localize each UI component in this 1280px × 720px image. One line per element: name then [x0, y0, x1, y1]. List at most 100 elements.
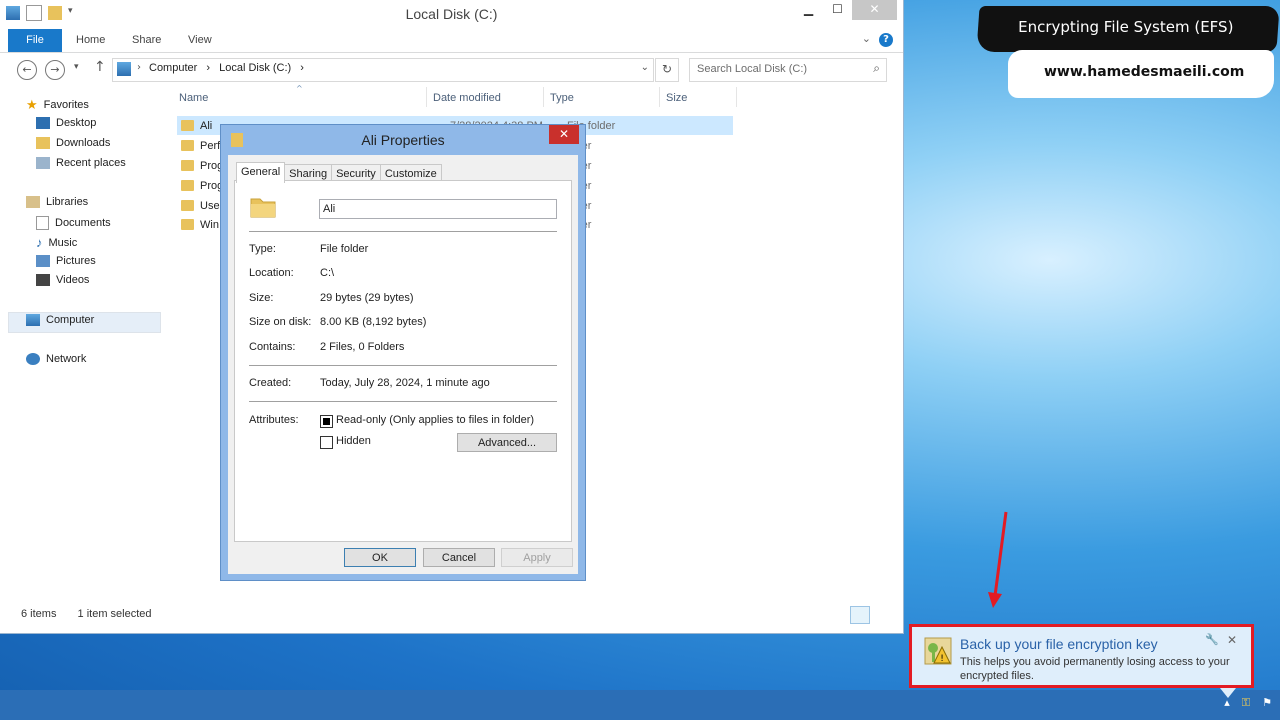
- address-bar[interactable]: › Computer › Local Disk (C:) › ⌄: [112, 58, 654, 82]
- folder-name-field[interactable]: Ali: [319, 199, 557, 219]
- cancel-button[interactable]: Cancel: [423, 548, 495, 567]
- nav-documents[interactable]: Documents: [36, 216, 111, 230]
- label-contains: Contains:: [249, 341, 296, 353]
- readonly-label[interactable]: Read-only (Only applies to files in fold…: [336, 414, 534, 426]
- folder-large-icon: [250, 198, 276, 218]
- column-divider[interactable]: [736, 87, 737, 107]
- column-date-modified[interactable]: Date modified: [433, 92, 501, 104]
- tab-general[interactable]: General: [236, 162, 286, 183]
- network-status-icon[interactable]: ⚑: [1262, 696, 1272, 710]
- forward-button[interactable]: →: [45, 60, 65, 80]
- tab-share[interactable]: Share: [132, 34, 161, 46]
- nav-libraries[interactable]: Libraries: [26, 196, 88, 208]
- details-view-icon[interactable]: [850, 606, 870, 624]
- help-icon[interactable]: ?: [879, 33, 893, 47]
- banner-url: www.hamedesmaeili.com: [1044, 64, 1245, 80]
- nav-downloads-label: Downloads: [56, 137, 111, 149]
- folder-icon: [181, 219, 194, 230]
- chevron-right-icon[interactable]: ›: [300, 62, 304, 74]
- efs-backup-notification[interactable]: ! Back up your file encryption key This …: [909, 624, 1254, 688]
- nav-network[interactable]: Network: [26, 353, 86, 365]
- ok-button[interactable]: OK: [344, 548, 416, 567]
- apply-button[interactable]: Apply: [501, 548, 573, 567]
- efs-key-icon[interactable]: ⚿: [1242, 696, 1250, 710]
- network-icon: [26, 353, 40, 365]
- close-icon[interactable]: ✕: [1227, 633, 1237, 647]
- status-bar: 6 items 1 item selected: [21, 608, 152, 620]
- tab-home[interactable]: Home: [76, 34, 105, 46]
- chevron-right-icon[interactable]: ›: [206, 62, 210, 74]
- divider: [249, 231, 557, 232]
- value-size: 29 bytes (29 bytes): [320, 292, 414, 304]
- refresh-button[interactable]: ↻: [655, 58, 679, 82]
- documents-icon: [36, 216, 49, 230]
- readonly-checkbox[interactable]: [320, 415, 333, 428]
- banner-title-strip: Encrypting File System (EFS): [976, 6, 1280, 52]
- column-divider[interactable]: [543, 87, 544, 107]
- tab-view[interactable]: View: [188, 34, 212, 46]
- banner-title: Encrypting File System (EFS): [1018, 18, 1234, 36]
- advanced-button[interactable]: Advanced...: [457, 433, 557, 452]
- value-contains: 2 Files, 0 Folders: [320, 341, 405, 353]
- column-type[interactable]: Type: [550, 92, 574, 104]
- folder-icon: [181, 200, 194, 211]
- nav-desktop[interactable]: Desktop: [36, 117, 96, 129]
- recent-locations-icon[interactable]: ▾: [74, 62, 79, 72]
- column-size[interactable]: Size: [666, 92, 687, 104]
- dialog-close-button[interactable]: ✕: [549, 125, 579, 144]
- dialog-title: Ali Properties: [361, 132, 445, 148]
- notification-title[interactable]: Back up your file encryption key: [960, 636, 1158, 652]
- nav-computer[interactable]: Computer: [26, 314, 94, 326]
- nav-favorites-label: Favorites: [43, 99, 89, 111]
- search-icon[interactable]: ⌕: [873, 61, 880, 76]
- column-name[interactable]: Name: [179, 92, 208, 104]
- value-type: File folder: [320, 243, 369, 255]
- hidden-checkbox[interactable]: [320, 436, 333, 449]
- nav-libraries-label: Libraries: [46, 196, 89, 208]
- expand-ribbon-icon[interactable]: ⌄: [862, 32, 871, 45]
- nav-pictures-label: Pictures: [56, 255, 96, 267]
- properties-dialog: Ali Properties ✕ General Sharing Securit…: [220, 124, 586, 581]
- label-size: Size:: [249, 292, 274, 304]
- nav-documents-label: Documents: [55, 217, 111, 229]
- large-icons-view-icon[interactable]: [872, 606, 892, 624]
- dialog-body: General Sharing Security Customize Ali T…: [228, 155, 578, 574]
- nav-downloads[interactable]: Downloads: [36, 137, 110, 149]
- view-switcher: [850, 606, 892, 624]
- search-input[interactable]: Search Local Disk (C:) ⌕: [689, 58, 887, 82]
- nav-music[interactable]: ♪ Music: [36, 235, 77, 250]
- nav-favorites[interactable]: ★ Favorites: [26, 97, 89, 113]
- status-selection: 1 item selected: [77, 608, 152, 620]
- label-type: Type:: [249, 243, 276, 255]
- close-button[interactable]: ✕: [852, 0, 897, 20]
- breadcrumb-local-disk[interactable]: Local Disk (C:): [219, 62, 291, 74]
- explorer-titlebar: ▾ Local Disk (C:) ▁ ☐ ✕: [0, 0, 903, 29]
- nav-pictures[interactable]: Pictures: [36, 255, 96, 267]
- nav-videos[interactable]: Videos: [36, 274, 89, 286]
- libraries-icon: [26, 196, 40, 208]
- nav-recent-label: Recent places: [56, 157, 126, 169]
- star-icon: ★: [26, 97, 38, 112]
- notification-message: This helps you avoid permanently losing …: [960, 656, 1230, 682]
- nav-recent-places[interactable]: Recent places: [36, 157, 126, 169]
- label-created: Created:: [249, 377, 292, 389]
- back-button[interactable]: ←: [17, 60, 37, 80]
- maximize-button[interactable]: ☐: [823, 0, 852, 20]
- column-divider[interactable]: [426, 87, 427, 107]
- chevron-down-icon[interactable]: ⌄: [641, 62, 649, 73]
- show-hidden-icons-icon[interactable]: ▴: [1224, 696, 1230, 710]
- key-warning-icon: !: [924, 637, 952, 665]
- column-divider[interactable]: [659, 87, 660, 107]
- computer-icon: [26, 314, 40, 326]
- tab-file[interactable]: File: [8, 29, 62, 52]
- label-attributes: Attributes:: [249, 414, 299, 426]
- wrench-icon[interactable]: 🔧: [1205, 633, 1219, 646]
- up-icon[interactable]: ↑: [94, 59, 106, 75]
- minimize-button[interactable]: ▁: [794, 0, 823, 20]
- nav-desktop-label: Desktop: [56, 117, 97, 129]
- breadcrumb-computer[interactable]: Computer: [149, 62, 197, 74]
- system-tray: ▴ ⚿ ⚑: [1224, 696, 1272, 710]
- window-title: Local Disk (C:): [405, 6, 498, 22]
- folder-icon: [181, 140, 194, 151]
- hidden-label[interactable]: Hidden: [336, 435, 371, 447]
